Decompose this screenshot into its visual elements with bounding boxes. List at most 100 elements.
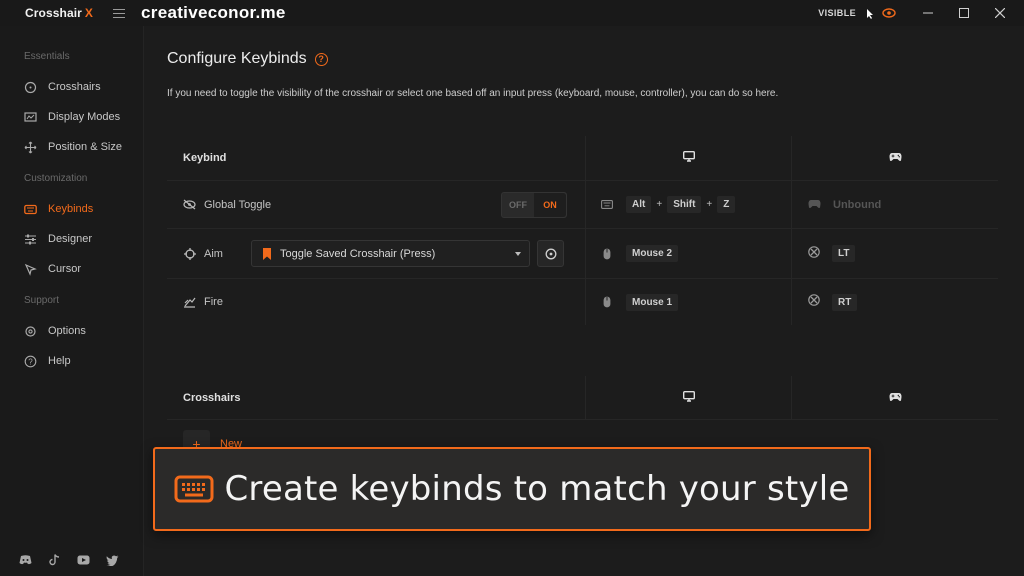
section-label-support: Support (24, 295, 60, 306)
monitor-icon (682, 149, 695, 167)
key-chip: Shift (667, 196, 702, 213)
key-chip: Mouse 2 (626, 245, 679, 262)
menu-icon[interactable] (113, 8, 126, 18)
keyboard-icon (600, 198, 614, 212)
gamepad-icon (889, 389, 902, 407)
keyboard-icon (24, 203, 37, 216)
keyboard-binding[interactable]: Mouse 2 (585, 229, 791, 278)
crosshairs-table: Crosshairs (167, 376, 998, 420)
select-value: Toggle Saved Crosshair (Press) (280, 247, 436, 260)
sidebar-item-label: Designer (48, 233, 93, 245)
youtube-icon[interactable] (75, 552, 91, 568)
sidebar-item-label: Keybinds (48, 203, 94, 215)
sidebar-item-label: Position & Size (48, 141, 122, 153)
page-title: Configure Keybinds ? (167, 50, 328, 68)
row-label: Global Toggle (204, 198, 272, 211)
toggle-off-option[interactable]: OFF (502, 193, 534, 217)
xbox-icon (808, 245, 820, 263)
fire-icon (183, 296, 196, 309)
gamepad-icon (889, 149, 902, 167)
keyboard-binding[interactable]: Alt + Shift + Z (585, 181, 791, 228)
page-description: If you need to toggle the visibility of … (167, 88, 779, 99)
key-separator: + (656, 199, 663, 210)
sidebar-item-help[interactable]: ? Help (0, 347, 143, 375)
column-header-keybind: Keybind (183, 152, 227, 164)
sliders-icon (24, 233, 37, 246)
sidebar-item-label: Cursor (48, 263, 82, 275)
key-separator: + (706, 199, 713, 210)
controller-binding[interactable]: LT (791, 229, 998, 278)
eye-off-icon (183, 198, 196, 211)
watermark-text: creativeconor.me (141, 3, 286, 22)
key-chip: Z (717, 196, 736, 213)
svg-text:?: ? (28, 357, 33, 366)
maximize-button[interactable] (946, 0, 982, 26)
gear-icon (24, 325, 37, 338)
keyboard-icon (174, 475, 214, 503)
mouse-icon (600, 295, 614, 309)
table-header: Crosshairs (167, 376, 998, 420)
close-button[interactable] (982, 0, 1018, 26)
unbound-label: Unbound (833, 198, 882, 211)
cursor-icon (24, 263, 37, 276)
key-chip: RT (832, 293, 858, 311)
sidebar-item-crosshairs[interactable]: Crosshairs (0, 73, 143, 101)
tiktok-icon[interactable] (46, 552, 62, 568)
toggle-on-option[interactable]: ON (534, 193, 566, 217)
keybinds-table: Keybind Global Toggle OFF ON Alt + Shift… (167, 136, 998, 325)
promo-banner: Create keybinds to match your style (153, 447, 871, 531)
key-chip: Mouse 1 (626, 293, 679, 311)
table-row: Aim Toggle Saved Crosshair (Press) Mouse… (167, 229, 998, 279)
target-icon (183, 247, 196, 260)
social-links (17, 552, 120, 568)
banner-text: Create keybinds to match your style (224, 469, 850, 509)
mouse-icon (600, 247, 614, 261)
row-label: Aim (204, 247, 223, 260)
crosshair-preview-button[interactable] (537, 240, 564, 267)
row-label: Fire (204, 296, 223, 308)
minimize-button[interactable] (910, 0, 946, 26)
chevron-down-icon (515, 252, 521, 256)
monitor-icon (682, 389, 695, 407)
controller-binding[interactable]: Unbound (791, 181, 998, 228)
sidebar-item-options[interactable]: Options (0, 317, 143, 345)
brand-accent: X (84, 6, 94, 20)
sidebar: Essentials Crosshairs Display Modes Posi… (0, 26, 144, 576)
controller-binding[interactable]: RT (791, 279, 998, 325)
app-brand: Crosshair X (25, 6, 93, 20)
global-toggle-switch[interactable]: OFF ON (501, 192, 567, 218)
sidebar-item-cursor[interactable]: Cursor (0, 255, 143, 283)
gamepad-icon (808, 196, 821, 214)
help-icon[interactable]: ? (314, 52, 328, 66)
table-row: Fire Mouse 1 RT (167, 279, 998, 325)
brand-name: Crosshair (25, 6, 82, 20)
column-header-crosshairs: Crosshairs (183, 391, 241, 404)
bookmark-icon (262, 247, 272, 260)
keyboard-binding[interactable]: Mouse 1 (585, 279, 791, 325)
sidebar-item-keybinds[interactable]: Keybinds (0, 195, 143, 223)
sidebar-item-label: Display Modes (48, 111, 121, 123)
table-row: Global Toggle OFF ON Alt + Shift + Z Unb… (167, 181, 998, 229)
visible-label: VISIBLE (818, 8, 856, 18)
section-label-customization: Customization (24, 173, 88, 184)
sidebar-item-display-modes[interactable]: Display Modes (0, 103, 143, 131)
page-title-text: Configure Keybinds (167, 50, 307, 67)
move-icon (24, 141, 37, 154)
aim-action-select[interactable]: Toggle Saved Crosshair (Press) (251, 240, 530, 267)
visibility-eye-icon[interactable] (878, 0, 900, 26)
cursor-icon (866, 7, 874, 19)
twitter-icon[interactable] (104, 552, 120, 568)
section-label-essentials: Essentials (24, 51, 70, 62)
crosshair-icon (24, 81, 37, 94)
discord-icon[interactable] (17, 552, 33, 568)
sidebar-item-label: Crosshairs (48, 81, 101, 93)
sidebar-item-designer[interactable]: Designer (0, 225, 143, 253)
title-bar: Crosshair X creativeconor.me VISIBLE (0, 0, 1024, 26)
key-chip: LT (832, 245, 856, 262)
sidebar-item-position-size[interactable]: Position & Size (0, 133, 143, 161)
key-chip: Alt (626, 196, 652, 213)
help-icon: ? (24, 355, 37, 368)
sidebar-item-label: Options (48, 325, 86, 337)
sidebar-item-label: Help (48, 355, 71, 367)
table-header: Keybind (167, 136, 998, 181)
